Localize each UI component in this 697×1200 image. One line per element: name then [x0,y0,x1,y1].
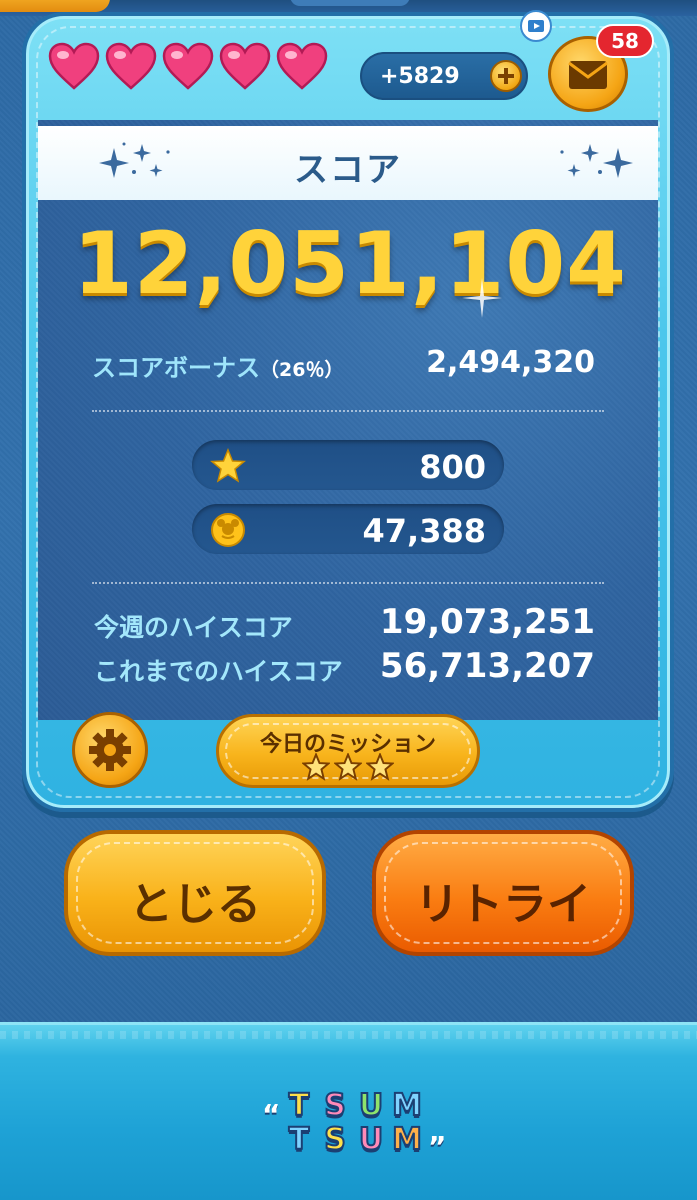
retry-button-label: リトライ [415,879,591,930]
logo-letter: M [391,1121,423,1158]
coin-icon [211,513,245,547]
divider-bottom [92,582,604,584]
logo-letter: S [323,1121,347,1158]
weekly-high-score-value: 19,073,251 [379,602,595,642]
plus-icon[interactable] [490,60,522,92]
all-time-high-score-label: これまでのハイスコア [94,657,343,686]
star-icon [210,448,246,483]
mission-star-icon [302,753,330,781]
video-play-glyph [528,20,544,32]
logo-letter: S [323,1087,347,1124]
sparkle-right-icon [560,144,633,178]
logo-letter: U [358,1121,384,1158]
logo-letter: T [288,1121,310,1158]
heart-icon [105,42,157,90]
score-bonus-text: スコアボーナス [92,354,260,382]
mission-stars [219,753,477,781]
exp-pill: 800 [192,440,504,490]
daily-mission-button[interactable]: 今日のミッション [216,714,480,788]
mail-badge: 58 [596,24,654,58]
score-bonus-label: スコアボーナス（26％） [92,348,343,383]
gear-icon [89,729,131,771]
top-strip-tab2 [290,0,410,6]
coin-balance: +5829 [380,64,460,89]
all-time-high-score-value: 56,713,207 [379,646,595,686]
close-button[interactable]: とじる [64,830,326,956]
logo-letter: M [391,1087,423,1124]
top-strip-tab [0,0,110,12]
coins-value: 47,388 [362,512,486,550]
heart-icon [162,42,214,90]
heart-icon [276,42,328,90]
glint-icon [462,278,502,318]
logo-letter: U [358,1087,384,1124]
video-icon[interactable] [520,10,552,42]
heart-icon [219,42,271,90]
score-bonus-value: 2,494,320 [426,345,595,380]
logo-quote-right: ” [428,1130,447,1163]
hearts-row [48,42,328,92]
retry-button[interactable]: リトライ [372,830,634,956]
logo-row-2: T S U M [268,1121,438,1158]
result-panel: スコア [22,12,674,812]
exp-value: 800 [419,448,486,486]
score-bonus-percent: （26％） [260,359,344,381]
weekly-high-score-label: 今週のハイスコア [94,613,293,642]
heart-gift-counter: +5829 [360,52,528,100]
logo-letter: T [288,1087,310,1124]
logo-row-1: T S U M [268,1087,438,1124]
heart-icon [48,42,100,90]
mission-star-icon [366,753,394,781]
close-button-label: とじる [129,879,261,930]
settings-button[interactable] [72,712,148,788]
score-header: スコア [38,126,658,200]
coins-pill: 47,388 [192,504,504,554]
mission-star-icon [334,753,362,781]
total-score: 12,051,104 [72,214,628,314]
tsum-tsum-logo: “ T S U M T S U M ” [262,1087,446,1164]
divider-top [92,410,604,412]
